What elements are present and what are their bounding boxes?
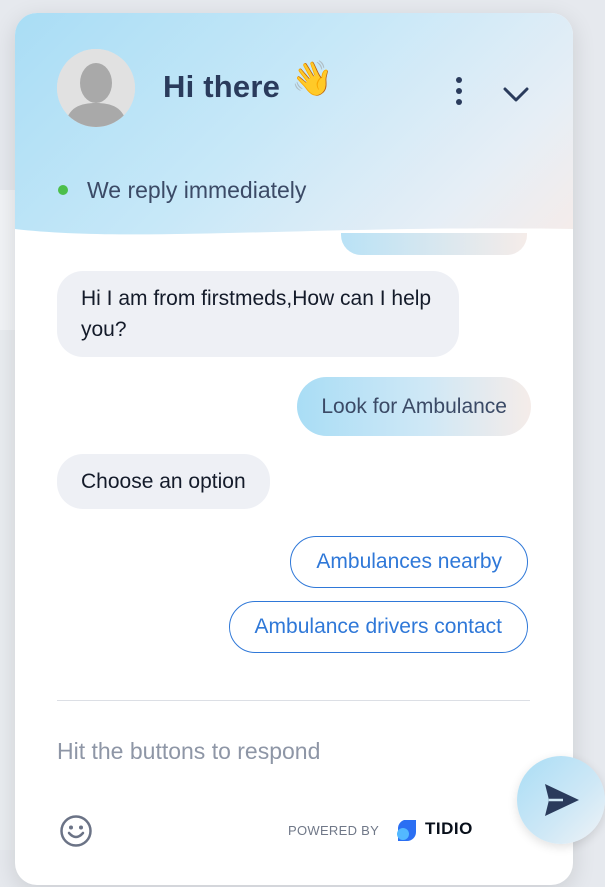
user-message: Look for Ambulance <box>297 377 531 436</box>
chat-title: Hi there <box>163 69 281 104</box>
powered-by-label: POWERED BY <box>288 823 380 838</box>
bot-message: Hi I am from firstmeds,How can I help yo… <box>57 271 459 357</box>
online-status-dot <box>58 185 68 195</box>
chevron-down-icon[interactable] <box>501 79 531 109</box>
tidio-logo-icon[interactable] <box>395 817 419 841</box>
chat-header: Hi there 👋 We reply immediately <box>15 13 573 243</box>
composer-divider <box>57 700 530 701</box>
chat-widget: Hi there 👋 We reply immediately Hi I am … <box>15 13 573 885</box>
waving-hand-icon: 👋 <box>291 60 334 98</box>
user-avatar-icon <box>57 49 135 127</box>
option-ambulance-drivers-contact-button[interactable]: Ambulance drivers contact <box>228 601 528 653</box>
previous-message-bubble <box>341 233 527 255</box>
send-icon <box>545 784 579 816</box>
option-ambulances-nearby-button[interactable]: Ambulances nearby <box>290 536 528 588</box>
send-button[interactable] <box>517 756 605 844</box>
tidio-brand[interactable]: TIDIO <box>425 819 473 839</box>
status-text: We reply immediately <box>87 177 307 203</box>
bot-message: Choose an option <box>57 454 270 509</box>
more-vertical-icon[interactable] <box>447 73 471 109</box>
message-list[interactable]: Hi I am from firstmeds,How can I help yo… <box>15 233 573 703</box>
smiley-icon[interactable] <box>59 814 93 848</box>
message-input[interactable] <box>57 731 497 771</box>
